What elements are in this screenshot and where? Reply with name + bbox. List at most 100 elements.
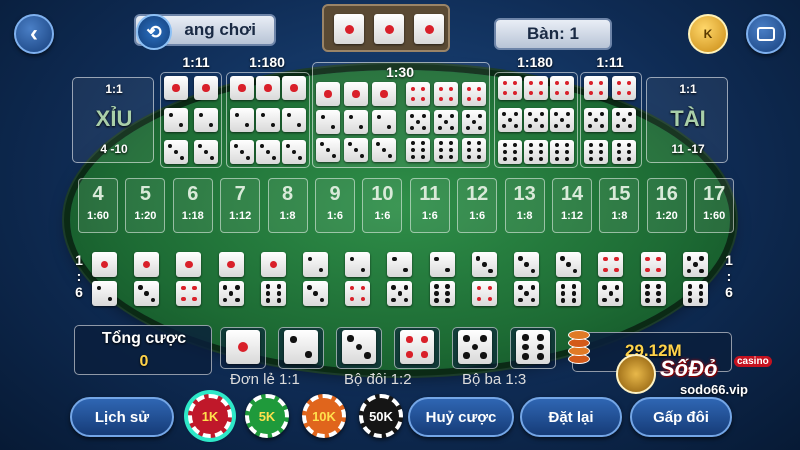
any-triple-die [344,110,368,134]
bet-triples-right[interactable] [494,72,578,168]
sum-bet-15[interactable]: 15 1:8 [599,178,640,233]
sum-odds: 1:6 [327,210,343,222]
any-triple-die [462,110,486,134]
combo-die [556,281,582,306]
any-triple-die [372,138,396,162]
any-triple-die [462,82,486,106]
table-number: Bàn: 1 [494,18,612,50]
sum-bet-12[interactable]: 12 1:6 [457,178,498,233]
combo-die [218,252,244,277]
any-triple-die [434,110,458,134]
sum-bet-8[interactable]: 8 1:8 [267,178,308,233]
sum-odds: 1:18 [181,210,204,222]
bet-xiu[interactable]: 1:1 XỈU 4 -10 [72,77,154,163]
sum-bet-9[interactable]: 9 1:6 [315,178,355,233]
any-triple-die [372,82,396,106]
chip-label: 50K [369,408,393,424]
any-triple-die [406,82,430,106]
pair-odds-right: 1:11 [596,54,624,70]
combo-die [260,252,286,277]
chip-label: 10K [312,408,336,424]
any-triple-die [434,82,458,106]
table-label: Bàn: 1 [527,24,579,43]
result-die [334,14,364,44]
sum-number: 4 [92,183,104,205]
combo-die [303,281,328,306]
double-bet-button[interactable]: Gấp đôi [630,397,732,437]
coin-icon[interactable]: K [688,14,728,54]
history-icon[interactable]: ⟲ [136,14,172,50]
combo-die [471,252,497,277]
sum-odds: 1:8 [611,210,628,222]
result-die [414,14,444,44]
sum-odds: 1:20 [655,210,678,222]
sum-bet-7[interactable]: 7 1:12 [220,178,261,233]
history-button[interactable]: Lịch sử [70,397,174,437]
combo-die [471,281,497,306]
sum-odds: 1:12 [560,210,584,222]
bet-pairs-right[interactable] [580,72,642,168]
game-tab-label: ang chơi [184,20,256,39]
sum-bet-13[interactable]: 13 1:8 [504,178,545,233]
chip-5K[interactable]: 5K [245,394,289,438]
combo-odds-right: 1 : 6 [725,252,733,300]
any-triple-die [462,138,486,162]
sum-bet-10[interactable]: 10 1:6 [362,178,403,233]
bet-triples-left[interactable] [226,72,310,168]
combo-die [345,281,371,306]
sum-number: 9 [329,183,341,205]
sum-odds: 1:60 [703,210,726,222]
chip-label: 5K [258,408,276,424]
sum-bet-6[interactable]: 6 1:18 [172,178,213,233]
single-die [400,330,434,364]
reset-button[interactable]: Đặt lại [520,397,622,437]
sum-number: 14 [560,183,584,205]
single-die [342,330,376,364]
combo-die [429,281,455,306]
total-bet-panel: Tổng cược 0 [74,325,212,375]
combo-die [598,281,624,306]
combo-die [387,281,413,306]
combo-die [260,281,286,306]
combo-die [514,281,539,306]
chat-button[interactable] [746,14,786,54]
sum-bet-4[interactable]: 4 1:60 [78,178,118,233]
chat-icon [757,27,775,41]
chip-label: 1K [201,408,219,424]
sum-bet-5[interactable]: 5 1:20 [125,178,166,233]
triple-odds-left: 1:180 [249,54,285,70]
sum-bet-16[interactable]: 16 1:20 [646,178,687,233]
combo-die [92,252,117,277]
combo-die [682,252,708,277]
combo-die [134,281,160,306]
single-die [516,330,550,364]
sum-odds: 1:8 [279,210,296,222]
chip-1K[interactable]: 1K [188,394,232,438]
sum-number: 5 [139,183,151,205]
sum-number: 7 [234,183,246,205]
chip-50K[interactable]: 50K [359,394,403,438]
any-triple-die [406,138,430,162]
combo-die [429,252,455,277]
combo-die [176,252,202,277]
sum-number: 8 [282,183,294,205]
odds-single: Đơn lẻ 1:1 [230,371,300,388]
chip-10K[interactable]: 10K [302,394,346,438]
any-triple-die [406,110,430,134]
combo-die [303,252,328,277]
sum-odds: 1:6 [469,210,486,222]
back-button[interactable]: ‹ [14,14,54,54]
sum-bet-14[interactable]: 14 1:12 [552,178,592,233]
bet-tai[interactable]: 1:1 TÀI 11 -17 [646,77,728,163]
sum-odds: 1:60 [86,210,110,222]
combo-die [640,281,666,306]
cancel-bet-button[interactable]: Huỷ cược [408,397,514,437]
odds-pair: Bộ đôi 1:2 [344,371,412,388]
any-triple-die [344,82,368,106]
sum-number: 17 [703,183,726,205]
pair-odds-left: 1:11 [182,54,210,70]
bet-pairs-left[interactable] [160,72,222,168]
sum-bet-17[interactable]: 17 1:60 [694,178,735,233]
sum-bet-11[interactable]: 11 1:6 [409,178,450,233]
sum-number: 6 [187,183,199,205]
